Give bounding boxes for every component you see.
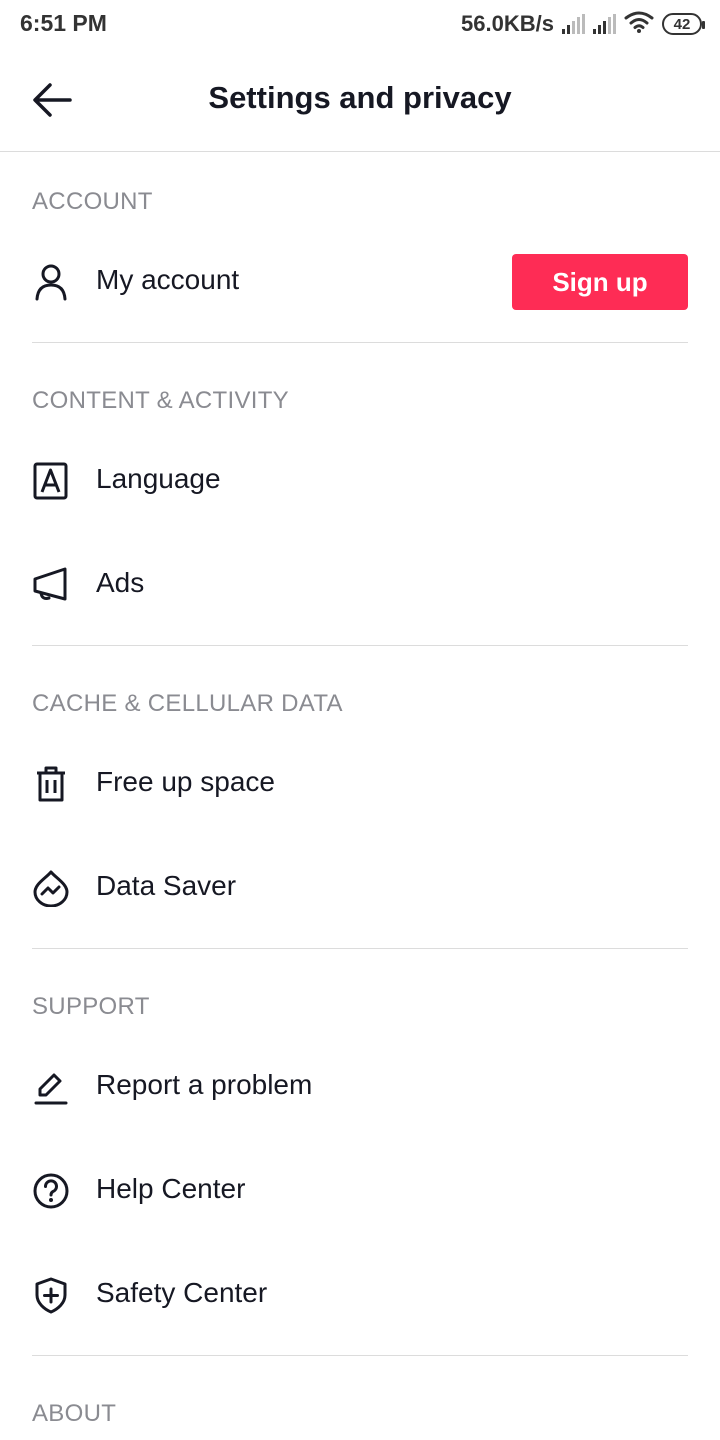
divider bbox=[32, 645, 688, 646]
language-label: Language bbox=[96, 463, 221, 494]
shield-icon bbox=[32, 1276, 70, 1314]
free-up-space-label: Free up space bbox=[96, 766, 275, 797]
help-icon bbox=[32, 1172, 70, 1210]
pencil-icon bbox=[32, 1068, 70, 1106]
my-account-row[interactable]: My account Sign up bbox=[0, 234, 720, 330]
data-saver-label: Data Saver bbox=[96, 870, 237, 901]
trash-icon bbox=[32, 765, 70, 803]
network-speed: 56.0KB/s bbox=[461, 11, 554, 36]
data-saver-row[interactable]: Data Saver bbox=[0, 840, 720, 936]
person-icon bbox=[32, 263, 70, 301]
language-row[interactable]: Language bbox=[0, 433, 720, 529]
language-icon bbox=[32, 462, 70, 500]
top-app-bar: Settings and privacy bbox=[0, 48, 720, 152]
ads-label: Ads bbox=[96, 567, 145, 598]
section-title-account: ACCOUNT bbox=[32, 188, 153, 215]
divider bbox=[32, 342, 688, 343]
section-title-cache: CACHE & CELLULAR DATA bbox=[32, 690, 343, 717]
ads-row[interactable]: Ads bbox=[0, 537, 720, 633]
safety-center-row[interactable]: Safety Center bbox=[0, 1247, 720, 1343]
section-title-support: SUPPORT bbox=[32, 993, 150, 1020]
divider bbox=[32, 948, 688, 949]
free-up-space-row[interactable]: Free up space bbox=[0, 736, 720, 832]
report-problem-label: Report a problem bbox=[96, 1069, 313, 1100]
status-bar: 6:51 PM 56.0KB/s 42 bbox=[0, 0, 720, 48]
help-center-label: Help Center bbox=[96, 1173, 246, 1204]
cellular-signal-icon-2 bbox=[593, 14, 616, 34]
status-time: 6:51 PM bbox=[20, 10, 107, 36]
section-title-about: ABOUT bbox=[32, 1400, 117, 1427]
safety-center-label: Safety Center bbox=[96, 1277, 268, 1308]
section-title-content-activity: CONTENT & ACTIVITY bbox=[32, 387, 289, 414]
cellular-signal-icon bbox=[562, 14, 585, 34]
sign-up-button[interactable]: Sign up bbox=[512, 254, 688, 310]
help-center-row[interactable]: Help Center bbox=[0, 1143, 720, 1239]
divider bbox=[32, 1355, 688, 1356]
data-saver-icon bbox=[32, 869, 70, 908]
battery-indicator: 42 bbox=[662, 13, 705, 35]
megaphone-icon bbox=[32, 566, 70, 604]
report-problem-row[interactable]: Report a problem bbox=[0, 1039, 720, 1135]
page-title: Settings and privacy bbox=[208, 80, 512, 115]
status-indicators: 56.0KB/s 42 bbox=[461, 10, 705, 39]
my-account-label: My account bbox=[96, 264, 240, 295]
wifi-icon bbox=[624, 10, 654, 39]
